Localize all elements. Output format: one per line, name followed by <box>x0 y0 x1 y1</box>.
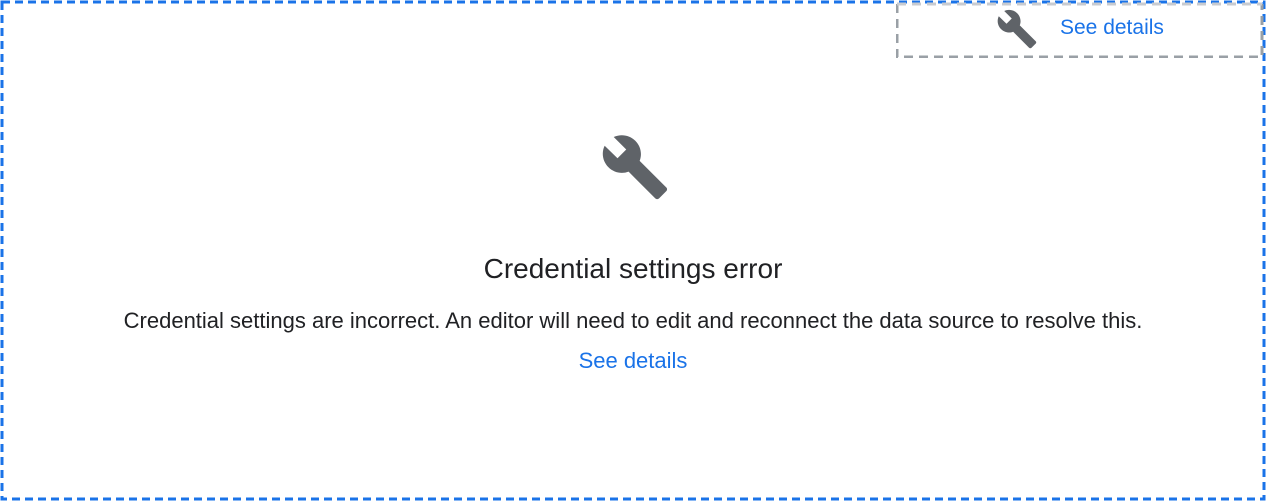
corner-see-details-link[interactable]: See details <box>1060 16 1164 40</box>
details-corner-tab[interactable]: See details <box>896 2 1264 58</box>
wrench-icon <box>997 9 1037 49</box>
error-message: Credential settings are incorrect. An ed… <box>123 308 1143 333</box>
details-link-row: See details <box>0 348 1266 374</box>
error-title: Credential settings error <box>483 253 783 284</box>
card-border <box>0 0 1266 501</box>
see-details-link[interactable]: See details <box>579 348 688 373</box>
wrench-icon <box>602 135 668 200</box>
error-card: See details Credential settings error Cr… <box>0 0 1266 501</box>
